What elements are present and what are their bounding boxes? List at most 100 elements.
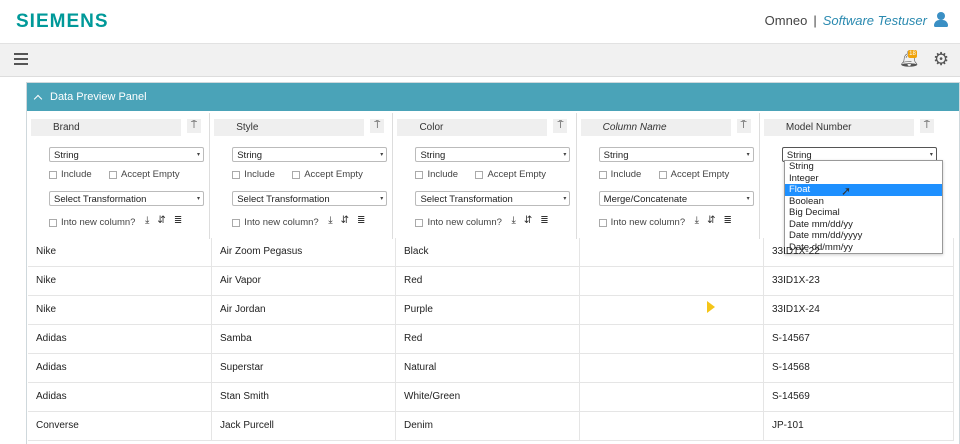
user-icon[interactable] <box>934 12 948 28</box>
table-cell: Superstar <box>212 354 396 382</box>
include-checkbox[interactable]: Include <box>232 169 275 180</box>
table-row: Adidas Superstar Natural S-14568 <box>28 354 954 383</box>
pin-icon[interactable]: ⍑ <box>187 119 201 133</box>
dropdown-option[interactable]: String <box>785 161 942 173</box>
type-select[interactable]: String ▾ <box>598 147 754 162</box>
column-header-name[interactable]: Model Number <box>763 119 914 136</box>
siemens-logo: SIEMENS <box>16 11 109 32</box>
column-config-new: Column Name ⍑ String ▾ Include Accept Emp… <box>576 113 760 239</box>
table-cell: S-14569 <box>764 383 954 411</box>
table-row: Adidas Samba Red S-14567 <box>28 325 954 354</box>
accept-empty-checkbox[interactable]: Accept Empty <box>658 169 729 180</box>
insert-column-icon[interactable]: ⇵ <box>524 215 532 226</box>
type-select[interactable]: String ▾ <box>49 147 204 162</box>
app-name: Omneo <box>764 12 808 28</box>
table-cell: S-14567 <box>764 325 954 353</box>
column-actions: ⤓ ⇵ ≣ <box>328 215 373 226</box>
table-cell: Nike <box>28 267 212 295</box>
table-cell: Samba <box>212 325 396 353</box>
table-cell: Denim <box>396 412 580 440</box>
pin-icon[interactable]: ⍑ <box>919 119 934 133</box>
download-icon[interactable]: ⤓ <box>511 215 515 226</box>
table-cell: Nike <box>28 238 212 266</box>
accept-empty-checkbox[interactable]: Accept Empty <box>475 169 546 180</box>
include-checkbox[interactable]: Include <box>415 169 458 180</box>
table-cell: 33ID1X-22 <box>764 238 954 266</box>
collapse-chevron-icon[interactable] <box>33 94 43 103</box>
insert-column-icon[interactable]: ⇵ <box>341 215 349 226</box>
table-row: Nike Air Jordan Purple 33ID1X-24 <box>28 296 954 325</box>
table-row: Converse Jack Purcell Denim JP-101 <box>28 412 954 441</box>
type-select[interactable]: String ▾ <box>415 147 571 162</box>
column-header-name[interactable]: Brand <box>31 119 181 136</box>
table-cell: Air Zoom Pegasus <box>212 238 396 266</box>
dropdown-option[interactable]: Big Decimal <box>785 207 942 219</box>
dropdown-option[interactable]: Date mm/dd/yy <box>785 219 942 231</box>
split-column-icon[interactable]: ≣ <box>723 215 731 226</box>
into-new-column-checkbox[interactable]: Into new column? <box>415 217 502 228</box>
include-checkbox[interactable]: Include <box>598 169 641 180</box>
user-name-link[interactable]: Software Testuser <box>823 13 927 28</box>
table-cell: Stan Smith <box>212 383 396 411</box>
include-checkbox[interactable]: Include <box>49 169 92 180</box>
into-new-column-checkbox[interactable]: Into new column? <box>598 217 685 228</box>
accept-empty-checkbox[interactable]: Accept Empty <box>109 169 180 180</box>
transformation-select[interactable]: Select Transformation ▾ <box>49 191 204 206</box>
column-header-name[interactable]: Color <box>397 119 548 136</box>
table-cell <box>580 267 764 295</box>
table-cell: Adidas <box>28 383 212 411</box>
table-cell <box>580 412 764 440</box>
notification-badge: 18 <box>908 50 917 58</box>
pin-icon[interactable]: ⍑ <box>553 119 568 133</box>
download-icon[interactable]: ⤓ <box>145 215 149 226</box>
column-config-color: Color ⍑ String ▾ Include Accept Empty Sel… <box>393 113 577 239</box>
table-cell <box>580 296 764 324</box>
table-cell: Purple <box>396 296 580 324</box>
table-cell: 33ID1X-23 <box>764 267 954 295</box>
data-table: Nike Air Zoom Pegasus Black 33ID1X-22 Ni… <box>28 238 954 441</box>
column-header-name[interactable]: Column Name <box>580 119 731 136</box>
table-cell: Air Vapor <box>212 267 396 295</box>
panel-header[interactable]: Data Preview Panel <box>27 83 959 111</box>
dropdown-option-highlighted[interactable]: Float <box>785 184 942 196</box>
column-header-name[interactable]: Style <box>214 119 365 136</box>
gear-icon[interactable]: ⚙ <box>933 50 949 68</box>
split-column-icon[interactable]: ≣ <box>174 215 182 226</box>
table-cell: Natural <box>396 354 580 382</box>
hamburger-menu-icon[interactable] <box>14 53 28 65</box>
column-config-brand: Brand ⍑ String ▾ Include Accept Empty Sel… <box>27 113 211 239</box>
table-cell: JP-101 <box>764 412 954 440</box>
toolbar: 🔔︎ 18 ⚙ <box>0 44 960 77</box>
dropdown-option[interactable]: Integer <box>785 173 942 185</box>
insert-column-icon[interactable]: ⇵ <box>157 215 165 226</box>
transformation-select[interactable]: Merge/Concatenate ▾ <box>598 191 754 206</box>
table-cell: Red <box>396 325 580 353</box>
table-cell: Jack Purcell <box>212 412 396 440</box>
table-cell: Converse <box>28 412 212 440</box>
download-icon[interactable]: ⤓ <box>328 215 332 226</box>
dropdown-option[interactable]: Boolean <box>785 196 942 208</box>
split-column-icon[interactable]: ≣ <box>540 215 548 226</box>
panel-title: Data Preview Panel <box>50 91 147 103</box>
table-cell <box>580 325 764 353</box>
transformation-select[interactable]: Select Transformation ▾ <box>415 191 571 206</box>
insert-column-icon[interactable]: ⇵ <box>707 215 715 226</box>
pin-icon[interactable]: ⍑ <box>736 119 751 133</box>
into-new-column-checkbox[interactable]: Into new column? <box>232 217 319 228</box>
download-icon[interactable]: ⤓ <box>695 215 699 226</box>
table-cell: White/Green <box>396 383 580 411</box>
split-column-icon[interactable]: ≣ <box>357 215 365 226</box>
table-cell: 33ID1X-24 <box>764 296 954 324</box>
mouse-pointer-icon: ➚ <box>841 184 852 198</box>
pin-icon[interactable]: ⍑ <box>370 119 385 133</box>
transformation-select[interactable]: Select Transformation ▾ <box>232 191 388 206</box>
table-row: Nike Air Vapor Red 33ID1X-23 <box>28 267 954 296</box>
type-select[interactable]: String ▾ <box>232 147 388 162</box>
column-config-style: Style ⍑ String ▾ Include Accept Empty Sel… <box>210 113 394 239</box>
into-new-column-checkbox[interactable]: Into new column? <box>49 217 135 228</box>
table-row: Nike Air Zoom Pegasus Black 33ID1X-22 <box>28 238 954 267</box>
table-cell: Red <box>396 267 580 295</box>
table-cell: Adidas <box>28 325 212 353</box>
table-cell: Black <box>396 238 580 266</box>
accept-empty-checkbox[interactable]: Accept Empty <box>292 169 363 180</box>
